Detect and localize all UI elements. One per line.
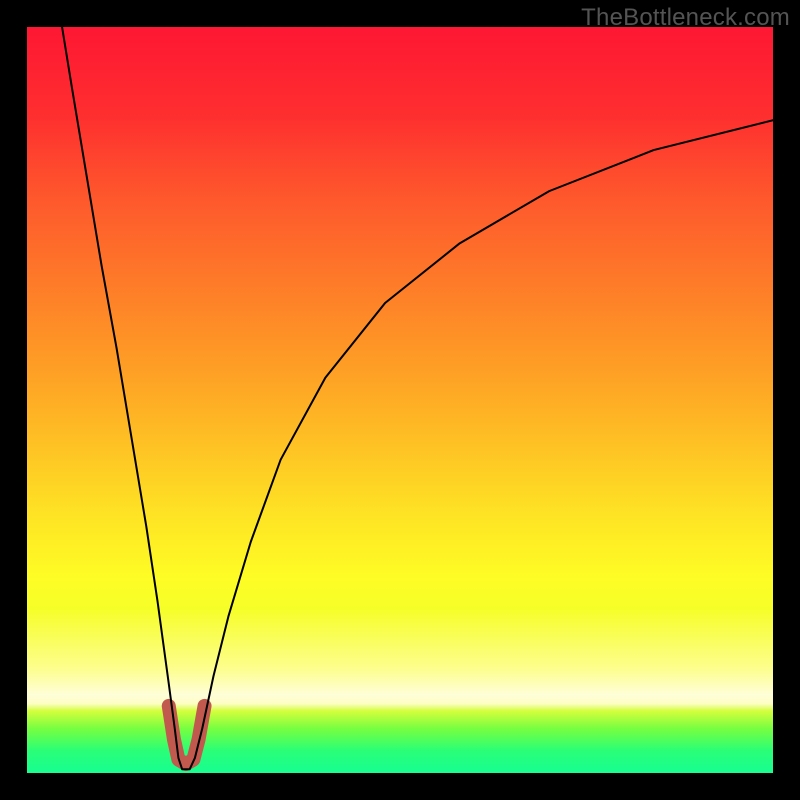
plot-area	[27, 27, 773, 773]
gradient-background	[27, 27, 773, 773]
watermark-text: TheBottleneck.com	[581, 4, 790, 32]
chart-svg	[27, 27, 773, 773]
chart-frame: TheBottleneck.com	[0, 0, 800, 800]
